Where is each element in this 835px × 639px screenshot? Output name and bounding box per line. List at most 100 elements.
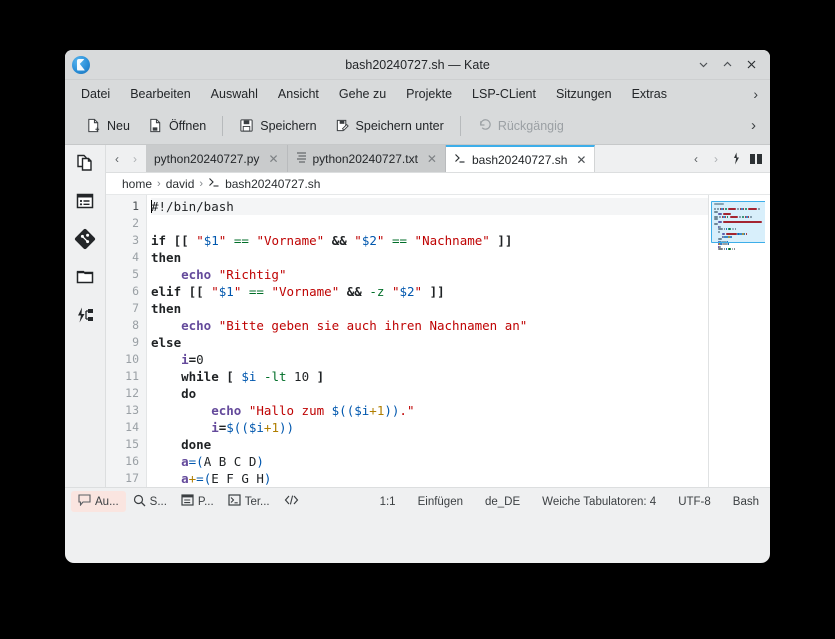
split-view-icon[interactable] — [748, 149, 764, 169]
terminal-icon — [228, 494, 241, 509]
code-line: done — [151, 436, 708, 453]
terminal-file-icon — [454, 152, 466, 167]
tab-label: bash20240727.sh — [472, 153, 567, 167]
save-as-label: Speichern unter — [356, 119, 444, 133]
toolbar-overflow-chevron-icon[interactable]: › — [751, 117, 770, 134]
close-button[interactable] — [739, 53, 763, 77]
sidebar-item-git[interactable] — [73, 229, 97, 253]
line-number: 8 — [106, 317, 139, 334]
menu-item-ansicht[interactable]: Ansicht — [268, 84, 329, 104]
minimap-line — [734, 248, 735, 250]
tab-bar: ‹ › python20240727.py ✕ python20240727.t… — [106, 145, 770, 173]
code-line: then — [151, 300, 708, 317]
filesystem-folder-icon — [75, 267, 95, 292]
save-as-button[interactable]: Speichern unter — [326, 114, 453, 137]
tab-bash-sh[interactable]: bash20240727.sh ✕ — [446, 145, 595, 172]
undo-label: Rückgängig — [498, 119, 564, 133]
status-label: Au... — [95, 496, 119, 508]
terminal-file-icon — [208, 176, 220, 191]
breadcrumb-file: bash20240727.sh — [225, 177, 320, 191]
sidebar-item-filesystem[interactable] — [73, 267, 97, 291]
minimap-line — [722, 243, 729, 245]
status-projects-button[interactable]: P... — [174, 491, 221, 512]
line-number: 17 — [106, 470, 139, 487]
code-line: then — [151, 249, 708, 266]
breadcrumb-home[interactable]: home — [122, 177, 152, 191]
menu-item-projekte[interactable]: Projekte — [396, 84, 462, 104]
minimap[interactable] — [708, 195, 770, 487]
minimize-button[interactable] — [691, 53, 715, 77]
comment-bubble-icon — [78, 494, 91, 509]
sidebar-item-documents[interactable] — [73, 153, 97, 177]
menu-item-extras[interactable]: Extras — [622, 84, 677, 104]
menu-item-bearbeiten[interactable]: Bearbeiten — [120, 84, 200, 104]
open-file-button[interactable]: Öffnen — [139, 114, 215, 137]
encoding[interactable]: UTF-8 — [667, 493, 722, 511]
code-line: echo "Bitte geben sie auch ihren Nachnam… — [151, 317, 708, 334]
undo-button[interactable]: Rückgängig — [468, 114, 573, 137]
line-number: 2 — [106, 215, 139, 232]
menu-item-auswahl[interactable]: Auswahl — [201, 84, 268, 104]
line-number: 16 — [106, 453, 139, 470]
tab-scroll-right-icon[interactable]: › — [708, 149, 724, 169]
line-number: 7 — [106, 300, 139, 317]
menu-overflow-chevron-icon[interactable]: › — [753, 86, 770, 102]
documents-icon — [75, 153, 95, 178]
tab-python-txt[interactable]: python20240727.txt ✕ — [288, 145, 446, 172]
code-line: elif [[ "$1" == "Vorname" && -z "$2" ]] — [151, 283, 708, 300]
menu-item-lsp-client[interactable]: LSP-CLient — [462, 84, 546, 104]
line-number: 15 — [106, 436, 139, 453]
tab-label: python20240727.py — [154, 152, 259, 166]
language-locale[interactable]: de_DE — [474, 493, 531, 511]
status-label: P... — [198, 496, 214, 508]
close-icon[interactable]: ✕ — [576, 153, 586, 167]
syntax-mode[interactable]: Bash — [722, 493, 770, 511]
input-mode[interactable]: Einfügen — [407, 493, 474, 511]
new-file-label: Neu — [107, 119, 130, 133]
menu-bar: Datei Bearbeiten Auswahl Ansicht Gehe zu… — [65, 80, 770, 107]
tab-prev-icon[interactable]: ‹ — [109, 149, 125, 169]
maximize-button[interactable] — [715, 53, 739, 77]
tab-bar-controls: ‹ › — [682, 145, 770, 172]
quick-open-icon[interactable] — [728, 149, 744, 169]
tab-next-icon[interactable]: › — [127, 149, 143, 169]
line-number: 5 — [106, 266, 139, 283]
line-number: 14 — [106, 419, 139, 436]
save-button[interactable]: Speichern — [230, 114, 325, 137]
tab-scroll-left-icon[interactable]: ‹ — [688, 149, 704, 169]
line-number-gutter: 12345678910111213141516171819 — [106, 195, 147, 487]
code-line: if [[ "$1" == "Vorname" && "$2" == "Nach… — [151, 232, 708, 249]
code-line: a+=(E F G H) — [151, 470, 708, 487]
status-bar: Au... S... P... Ter... 1:1 — [65, 487, 770, 515]
toolbar-separator-2 — [460, 116, 461, 136]
close-icon[interactable]: ✕ — [427, 152, 437, 166]
cursor-position[interactable]: 1:1 — [369, 493, 407, 511]
chevron-right-icon: › — [157, 178, 161, 190]
minimap-viewport[interactable] — [711, 201, 767, 243]
open-folder-icon — [148, 118, 163, 133]
code-line: do — [151, 385, 708, 402]
menu-item-gehe-zu[interactable]: Gehe zu — [329, 84, 396, 104]
status-code-button[interactable] — [277, 491, 310, 512]
vertical-scrollbar[interactable] — [765, 195, 770, 487]
code-text[interactable]: #!/bin/bash if [[ "$1" == "Vorname" && "… — [147, 195, 708, 487]
tab-python-py[interactable]: python20240727.py ✕ — [146, 145, 288, 172]
close-icon[interactable]: ✕ — [268, 152, 278, 166]
text-file-icon — [296, 151, 307, 166]
status-search-button[interactable]: S... — [126, 491, 174, 513]
code-line — [151, 215, 708, 232]
outline-icon — [75, 191, 95, 216]
menu-item-datei[interactable]: Datei — [71, 84, 120, 104]
status-terminal-button[interactable]: Ter... — [221, 491, 277, 512]
editor-column: ‹ › python20240727.py ✕ python20240727.t… — [106, 145, 770, 487]
breadcrumb-david[interactable]: david — [166, 177, 195, 191]
new-file-button[interactable]: Neu — [77, 114, 139, 137]
indentation-mode[interactable]: Weiche Tabulatoren: 4 — [531, 493, 667, 511]
editor-area[interactable]: 12345678910111213141516171819 #!/bin/bas… — [106, 195, 770, 487]
status-annotations-button[interactable]: Au... — [71, 491, 126, 512]
sidebar-item-outline[interactable] — [73, 191, 97, 215]
minimap-line — [728, 248, 731, 250]
code-line: else — [151, 334, 708, 351]
menu-item-sitzungen[interactable]: Sitzungen — [546, 84, 622, 104]
sidebar-item-build[interactable] — [73, 305, 97, 329]
